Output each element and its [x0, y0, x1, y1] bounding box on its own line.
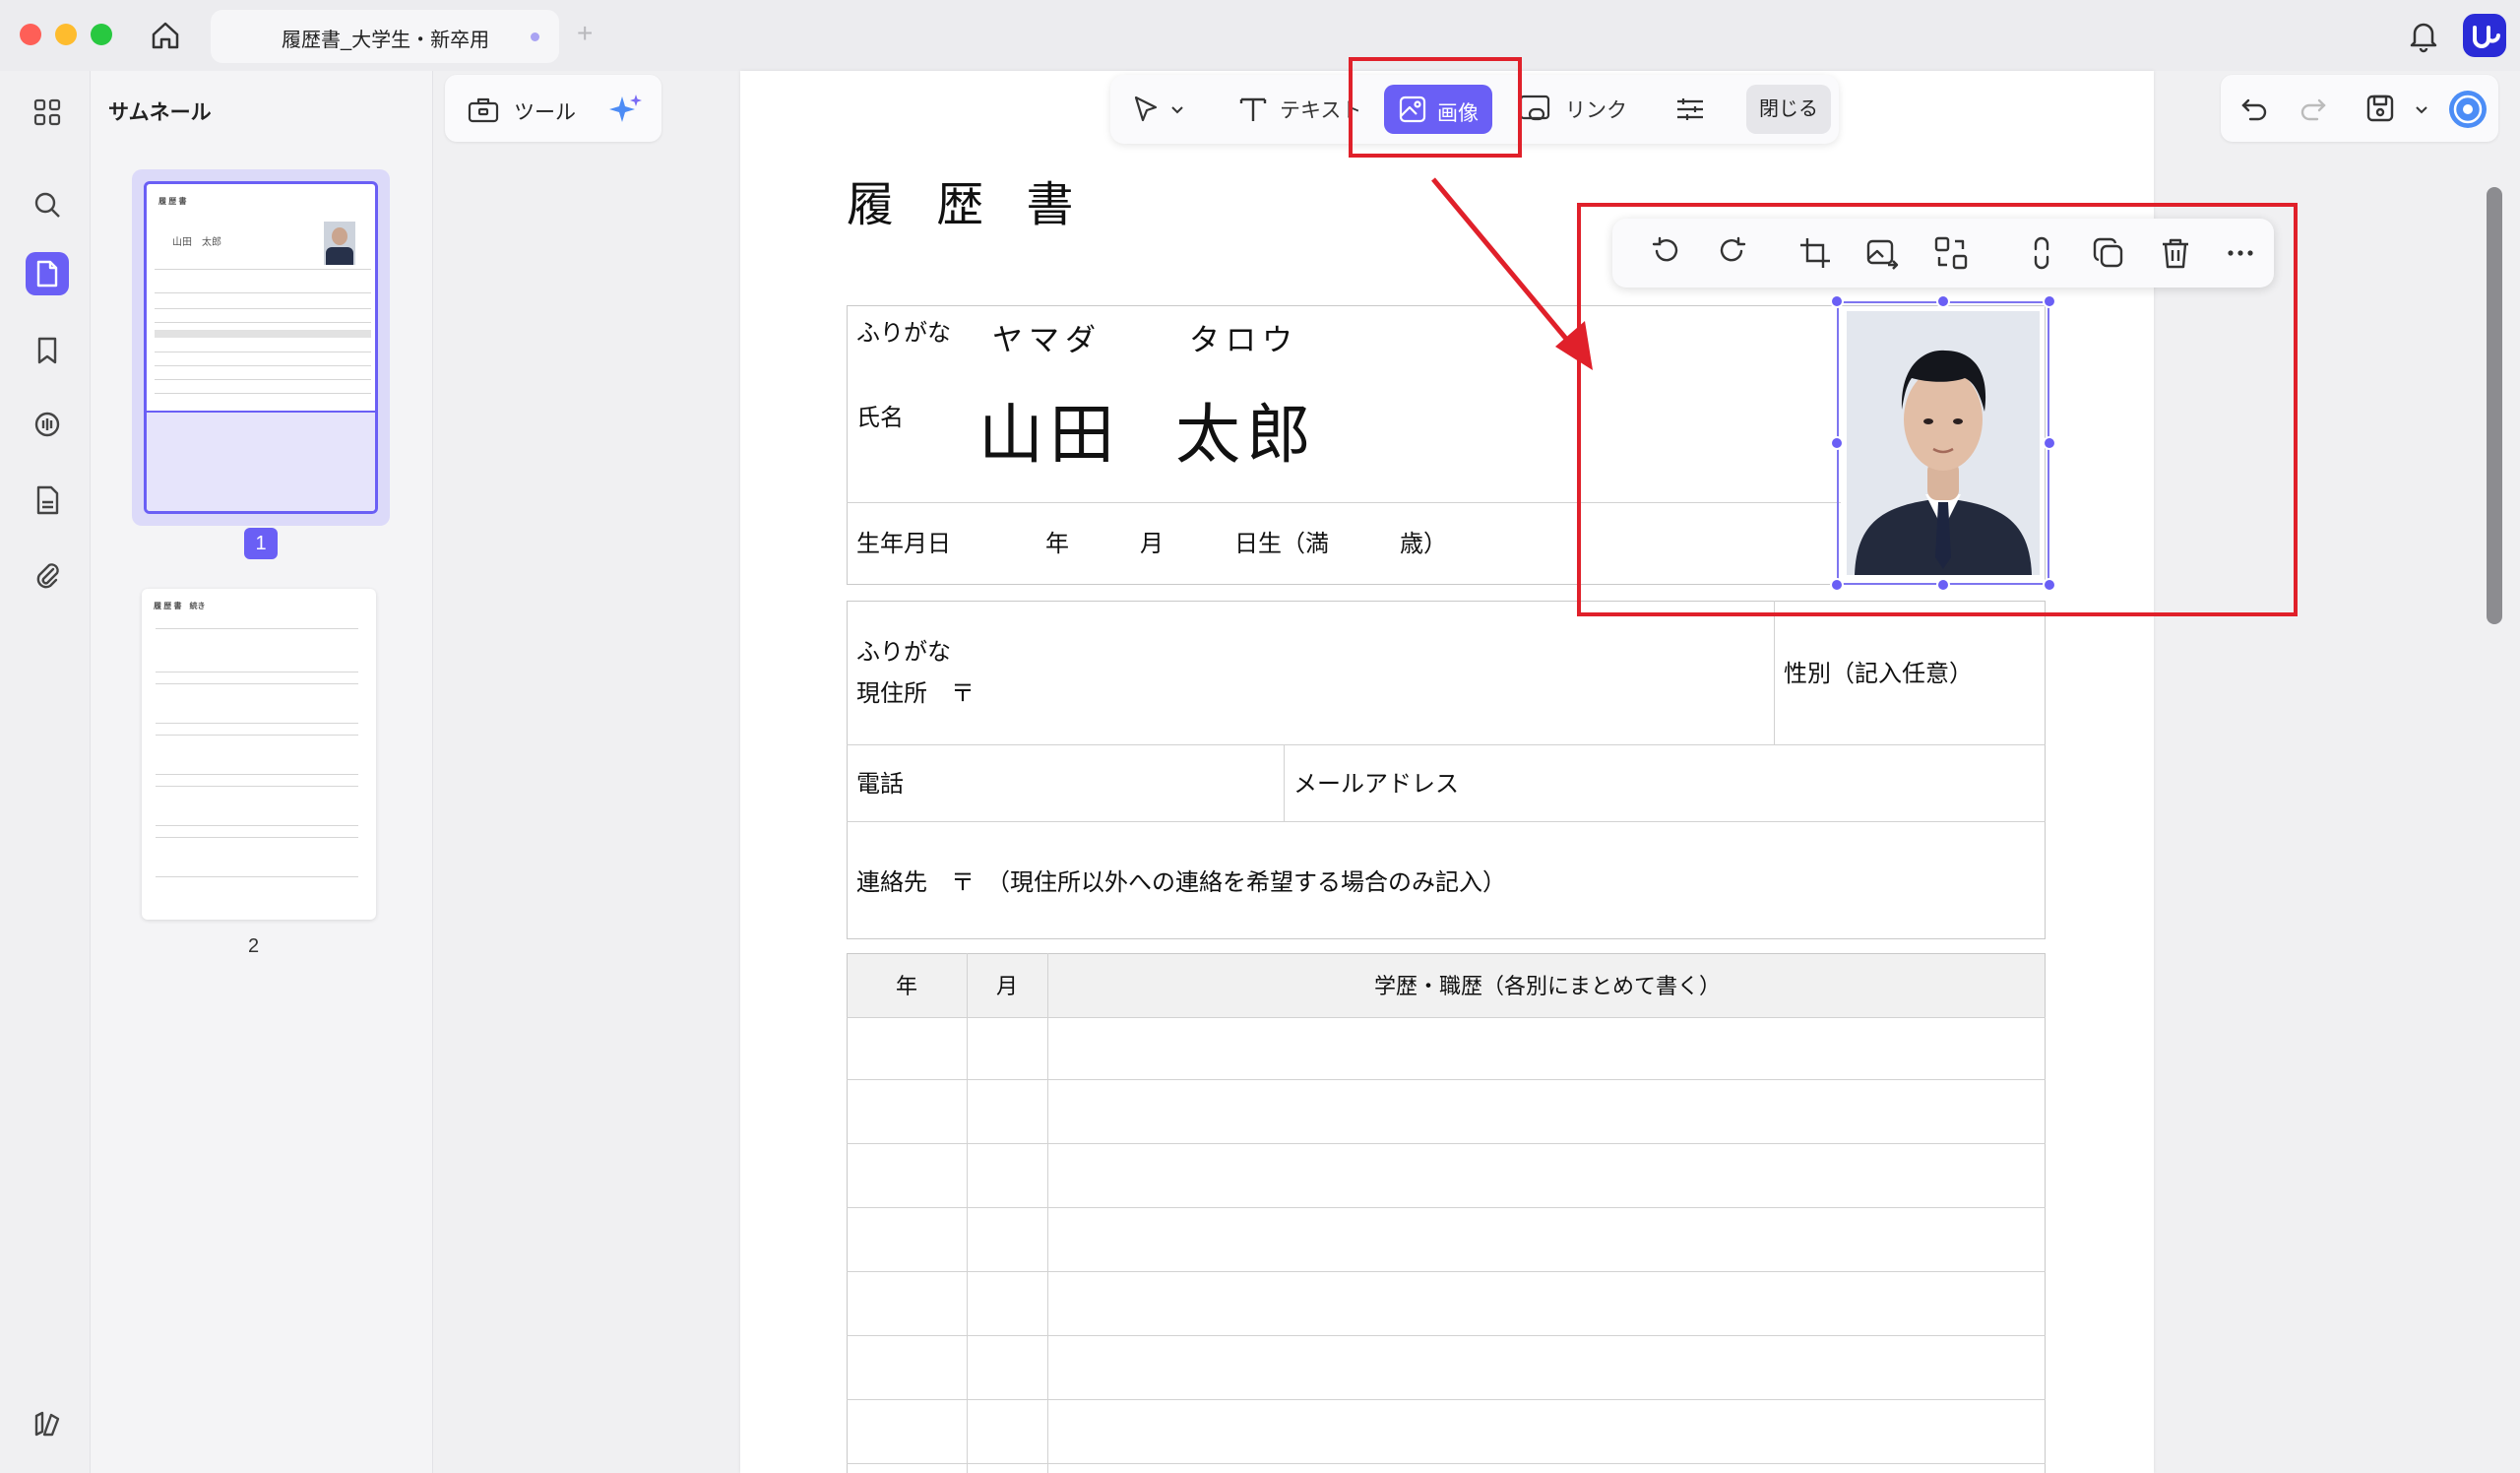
thumbnail-page-1[interactable]: 履 歴 書 山田 太郎 — [132, 169, 390, 526]
phone-label: 電話 — [856, 771, 904, 798]
close-edit-button[interactable]: 閉じる — [1746, 85, 1831, 134]
bell-icon[interactable] — [2406, 16, 2441, 55]
title-bar: 履歴書_大学生・新卒用 + — [0, 0, 2520, 71]
right-toolbar — [2221, 75, 2498, 142]
tools-label: ツール — [514, 101, 576, 124]
birth-month-char: 月 — [1140, 531, 1164, 557]
address-furigana-label: ふりがな — [856, 639, 951, 666]
furigana-surname: ヤマダ — [992, 323, 1102, 358]
page-number-2: 2 — [248, 935, 260, 957]
ai-assistant-icon[interactable] — [2447, 89, 2488, 130]
sliders-icon — [1677, 98, 1703, 120]
tools-button[interactable]: ツール — [445, 75, 662, 142]
furigana-given: タロウ — [1189, 323, 1298, 358]
tab-title: 履歴書_大学生・新卒用 — [282, 30, 490, 51]
ai-sparkle-icon[interactable] — [608, 93, 644, 128]
thumbnail-panel: サムネール 履 歴 書 山田 太郎 1 履 歴 書 続き 2 — [91, 71, 433, 1473]
mini-title-2: 履 歴 書 続き — [154, 602, 206, 610]
grid-icon[interactable] — [26, 91, 69, 134]
properties-button[interactable] — [1673, 75, 1707, 144]
comment-icon[interactable] — [26, 404, 69, 447]
address-label: 現住所 〒 — [856, 680, 975, 707]
email-label: メールアドレス — [1293, 771, 1459, 798]
save-icon[interactable] — [2364, 93, 2396, 124]
thumbnail-visible-region — [147, 411, 375, 511]
highlight-image-button — [1349, 57, 1522, 158]
history-header-year: 年 — [896, 974, 918, 998]
sidebar-toggle-icon[interactable] — [26, 1402, 69, 1445]
account-avatar[interactable] — [2463, 14, 2506, 57]
window-close-button[interactable] — [20, 24, 41, 45]
history-table — [847, 953, 2046, 1473]
resume-title: 履 歴 書 — [847, 177, 1088, 232]
mini-name: 山田 太郎 — [172, 237, 221, 248]
unsaved-dot-icon — [531, 32, 539, 41]
new-tab-button[interactable]: + — [577, 14, 593, 53]
select-tool-button[interactable] — [1130, 75, 1185, 144]
thumbnails-icon[interactable] — [26, 252, 69, 295]
cursor-icon — [1134, 96, 1158, 122]
thumbnail-panel-title: サムネール — [108, 101, 212, 124]
home-icon[interactable] — [146, 16, 185, 55]
redo-icon[interactable] — [2298, 93, 2329, 124]
document-tab[interactable]: 履歴書_大学生・新卒用 — [211, 10, 559, 63]
contact-label: 連絡先 〒 （現住所以外への連絡を希望する場合のみ記入） — [856, 869, 1506, 896]
annotation-arrow — [1431, 177, 1593, 370]
history-header-month: 月 — [996, 974, 1019, 998]
text-icon — [1239, 97, 1267, 121]
furigana-label: ふりがな — [856, 320, 951, 347]
mini-title: 履 歴 書 — [158, 197, 187, 206]
mini-photo — [324, 222, 355, 265]
text-tool-button[interactable]: テキスト — [1236, 75, 1361, 144]
surname-text[interactable]: 山田 — [978, 382, 1120, 477]
undo-icon[interactable] — [2238, 93, 2270, 124]
window-zoom-button[interactable] — [91, 24, 112, 45]
age-suffix: 歳） — [1400, 531, 1447, 557]
chevron-down-icon — [1171, 106, 1183, 114]
link-tool-label: リンク — [1565, 99, 1627, 122]
attachment-icon[interactable] — [26, 553, 69, 597]
bookmark-icon[interactable] — [26, 329, 69, 372]
toolbox-icon — [468, 97, 499, 123]
thumbnail-page-2[interactable]: 履 歴 書 続き — [142, 589, 376, 920]
thumbnail-page-1-preview: 履 歴 書 山田 太郎 — [144, 181, 378, 514]
chevron-down-icon[interactable] — [2414, 101, 2429, 117]
birth-year-char: 年 — [1045, 531, 1069, 557]
form-icon[interactable] — [26, 479, 69, 522]
link-icon — [1519, 95, 1550, 121]
left-rail — [0, 71, 91, 1473]
scrollbar-thumb[interactable] — [2487, 187, 2502, 624]
highlight-image-area — [1577, 203, 2298, 616]
search-icon[interactable] — [26, 183, 69, 226]
given-name-text[interactable]: 太郎 — [1175, 382, 1317, 477]
name-label: 氏名 — [856, 405, 904, 431]
birth-label: 生年月日 — [856, 531, 951, 557]
gender-label: 性別（記入任意） — [1784, 661, 1973, 687]
birth-day-suffix: 日生（満 — [1234, 531, 1329, 557]
link-tool-button[interactable]: リンク — [1518, 75, 1627, 144]
history-header-detail: 学歴・職歴（各別にまとめて書く） — [1374, 974, 1722, 998]
page-number-badge-1: 1 — [244, 528, 278, 559]
window-minimize-button[interactable] — [55, 24, 77, 45]
